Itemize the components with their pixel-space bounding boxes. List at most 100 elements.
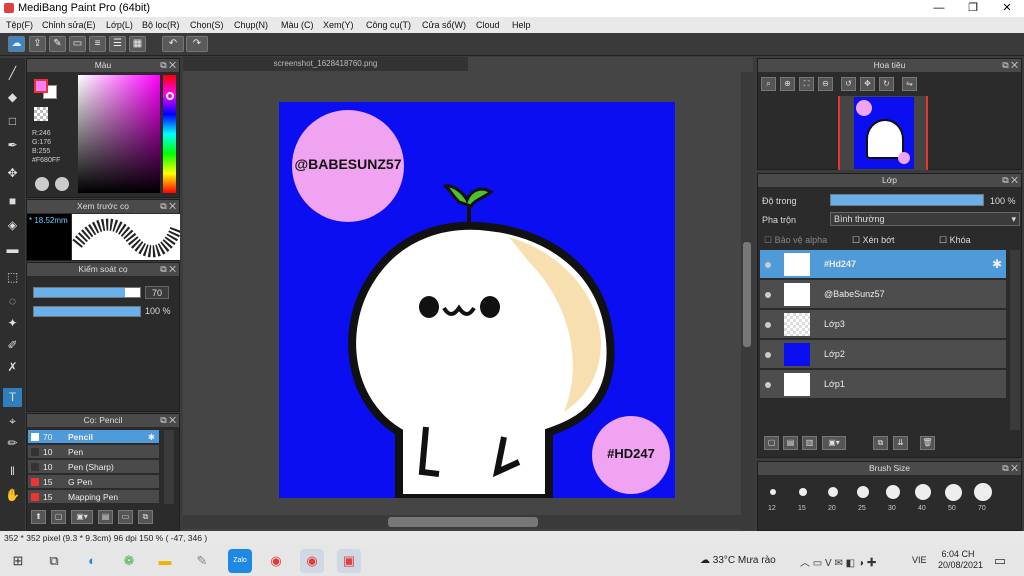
brush-size-dot[interactable] xyxy=(770,489,776,495)
brush-size-dot[interactable] xyxy=(828,487,838,497)
magic-wand-icon[interactable]: ✦ xyxy=(3,314,22,333)
rotate-left-icon[interactable]: ↺ xyxy=(841,77,856,91)
language-indicator[interactable]: VIE xyxy=(912,555,927,565)
zalo-icon[interactable]: Zalo xyxy=(228,549,252,573)
brush-list-item[interactable]: 15 Mapping Pen xyxy=(28,490,159,504)
layer-item[interactable]: #Hd247 ✱ xyxy=(760,250,1006,279)
eyedropper-icon[interactable]: ǁ xyxy=(3,462,22,481)
dropper-tool-icon[interactable]: ✏ xyxy=(3,434,22,453)
maximize-button[interactable]: ❐ xyxy=(956,0,990,17)
menu-capture[interactable]: Chụp(N) xyxy=(234,20,268,30)
brush-list-item[interactable]: 70 Pencil ✱ xyxy=(28,430,159,444)
brush-opacity-slider[interactable] xyxy=(33,306,141,317)
menu-edit[interactable]: Chỉnh sửa(E) xyxy=(42,20,96,30)
gear-icon[interactable]: ✱ xyxy=(992,250,1002,279)
menu-help[interactable]: Help xyxy=(512,20,531,30)
eye-icon[interactable] xyxy=(765,292,771,298)
edge-browser-icon[interactable]: ◐ xyxy=(80,549,104,573)
canvas-vertical-scrollbar[interactable] xyxy=(741,72,753,530)
zoom-in-icon[interactable]: ⊕ xyxy=(780,77,795,91)
select-eraser-icon[interactable]: ✗ xyxy=(3,358,22,377)
flip-icon[interactable]: ⇋ xyxy=(902,77,917,91)
close-button[interactable]: ✕ xyxy=(990,0,1024,17)
document-tab[interactable]: screenshot_1628418760.png xyxy=(183,57,468,71)
share-icon[interactable]: ⇪ xyxy=(29,36,46,52)
brush-size-dot[interactable] xyxy=(944,483,962,501)
new-8bit-layer-icon[interactable]: ▥ xyxy=(802,436,817,450)
brush-folder-icon[interactable]: ▭ xyxy=(118,510,133,524)
artwork-canvas[interactable]: @BABESUNZ57 #HD247 xyxy=(279,102,675,498)
reset-view-icon[interactable]: ✥ xyxy=(860,77,875,91)
menu-cloud[interactable]: Cloud xyxy=(476,20,500,30)
list-icon[interactable]: ☰ xyxy=(109,36,126,52)
brush-menu-icon[interactable]: ▣▾ xyxy=(71,510,93,524)
canvas-horizontal-scrollbar[interactable] xyxy=(183,515,753,529)
menu-file[interactable]: Tệp(F) xyxy=(6,20,33,30)
layer-item[interactable]: Lớp2 xyxy=(760,340,1006,369)
merge-layer-icon[interactable]: ⇊ xyxy=(893,436,908,450)
transparent-swatch[interactable] xyxy=(34,107,48,121)
rotate-right-icon[interactable]: ↻ xyxy=(879,77,894,91)
eye-icon[interactable] xyxy=(765,382,771,388)
add-brush-icon[interactable]: ⬆ xyxy=(31,510,46,524)
brush-size-value[interactable]: 70 xyxy=(145,286,169,299)
blend-mode-select[interactable]: Bình thường ▾ xyxy=(830,212,1020,226)
operation-tool-icon[interactable]: ⌖ xyxy=(3,412,22,431)
document-icon[interactable]: ≡ xyxy=(89,36,106,52)
hand-tool-icon[interactable]: ✋ xyxy=(3,486,22,505)
menu-view[interactable]: Xem(Y) xyxy=(323,20,354,30)
minimize-button[interactable]: — xyxy=(922,0,956,17)
lock-checkbox[interactable]: ☐ Khóa xyxy=(939,235,971,246)
menu-window[interactable]: Cửa sổ(W) xyxy=(422,20,466,30)
protect-alpha-checkbox[interactable]: ☐ Bảo vệ alpha xyxy=(764,235,827,246)
notification-icon[interactable]: ▭ xyxy=(988,549,1012,573)
brush-list-scrollbar[interactable] xyxy=(164,430,174,504)
duplicate-layer-icon[interactable]: ⧉ xyxy=(873,436,888,450)
comment-icon[interactable]: ✎ xyxy=(49,36,66,52)
new-brush-icon[interactable]: ▢ xyxy=(51,510,66,524)
fill-shape-icon[interactable]: ■ xyxy=(3,192,22,211)
menu-layer[interactable]: Lớp(L) xyxy=(106,20,133,30)
app-tool-icon[interactable]: ✎ xyxy=(190,549,214,573)
panel-close-icon[interactable]: ⧉ ✕ xyxy=(160,263,176,276)
grid-icon[interactable]: ▦ xyxy=(129,36,146,52)
clipping-checkbox[interactable]: ☐ Xén bớt xyxy=(852,235,895,246)
select-rect-icon[interactable]: ⬚ xyxy=(3,268,22,287)
foreground-color-swatch[interactable] xyxy=(34,79,48,93)
layer-scrollbar[interactable] xyxy=(1010,250,1020,430)
pen-tool-icon[interactable]: ✒ xyxy=(3,136,22,155)
page-icon[interactable]: ▭ xyxy=(69,36,86,52)
brush-list-item[interactable]: 15 G Pen xyxy=(28,475,159,489)
undo-button[interactable]: ↶ xyxy=(162,36,184,52)
bucket-tool-icon[interactable]: ◈ xyxy=(3,216,22,235)
navigator-viewport[interactable] xyxy=(838,96,928,170)
panel-close-icon[interactable]: ⧉ ✕ xyxy=(1002,462,1018,475)
file-explorer-icon[interactable]: ▬ xyxy=(153,549,177,573)
panel-close-icon[interactable]: ⧉ ✕ xyxy=(160,200,176,213)
chrome-icon[interactable]: ◉ xyxy=(264,549,288,573)
brush-size-dot[interactable] xyxy=(857,486,869,498)
panel-close-icon[interactable]: ⧉ ✕ xyxy=(1002,174,1018,187)
color-picker-icon[interactable] xyxy=(55,177,69,191)
brush-doc-icon[interactable]: ▤ xyxy=(98,510,113,524)
chrome-active-icon[interactable]: ◉ xyxy=(300,549,324,573)
saturation-value-picker[interactable] xyxy=(78,75,160,193)
hue-handle[interactable] xyxy=(166,92,174,100)
new-layer-icon[interactable]: ▢ xyxy=(764,436,779,450)
system-tray-icons[interactable]: ︿ ▭ V ✉ ◧ ◑ ✚ xyxy=(800,554,877,569)
brush-size-dot[interactable] xyxy=(886,485,900,499)
rectangle-tool-icon[interactable]: □ xyxy=(3,112,22,131)
menu-filter[interactable]: Bộ lọc(R) xyxy=(142,20,180,30)
layer-item[interactable]: Lớp1 xyxy=(760,370,1006,399)
windows-start-icon[interactable]: ⊞ xyxy=(6,549,30,573)
cloud-icon[interactable]: ☁ xyxy=(8,36,25,52)
panel-close-icon[interactable]: ⧉ ✕ xyxy=(1002,59,1018,72)
palette-icon[interactable] xyxy=(35,177,49,191)
delete-layer-icon[interactable]: 🗑 xyxy=(920,436,935,450)
brush-size-dot[interactable] xyxy=(915,484,931,500)
new-halftone-layer-icon[interactable]: ▤ xyxy=(783,436,798,450)
panel-close-icon[interactable]: ⧉ ✕ xyxy=(160,414,176,427)
layer-item[interactable]: Lớp3 xyxy=(760,310,1006,339)
brush-size-slider[interactable] xyxy=(33,287,141,298)
brush-list-item[interactable]: 10 Pen xyxy=(28,445,159,459)
